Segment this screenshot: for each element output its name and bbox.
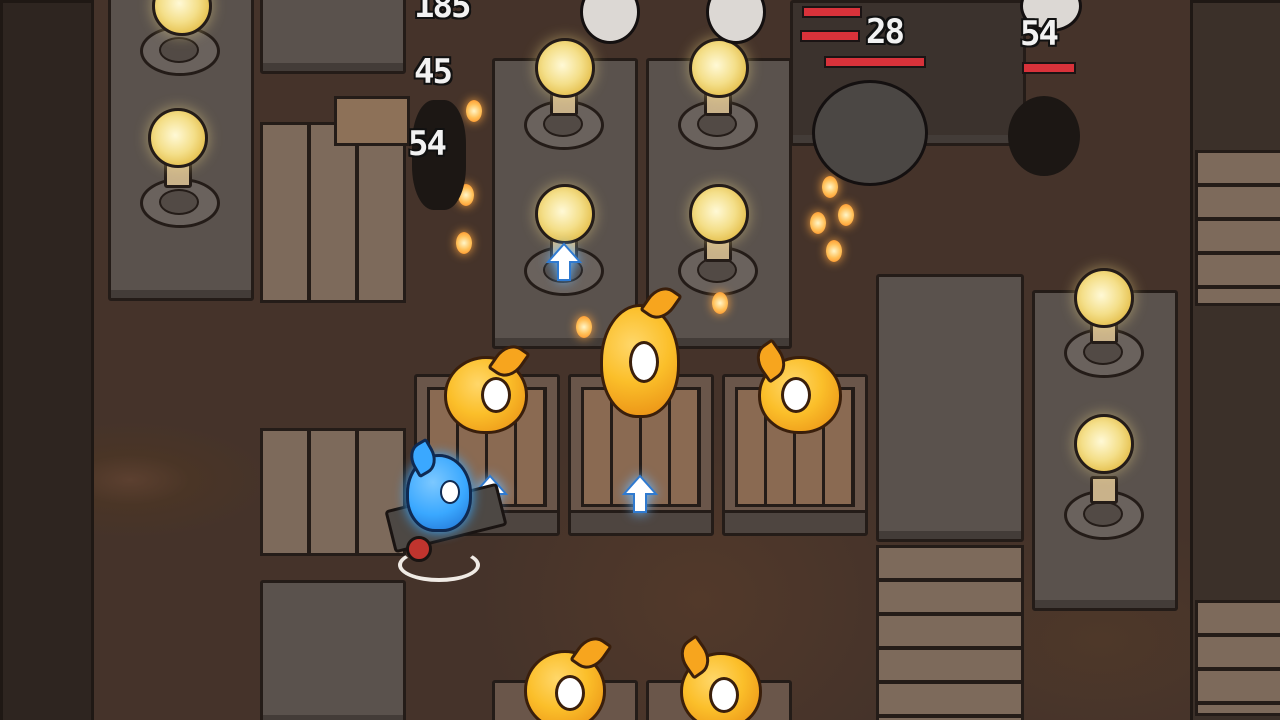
ally-slime <box>444 338 531 434</box>
lightbulb-icon <box>689 38 749 98</box>
game-viewport[interactable]: 185 45 54 28 54 <box>0 0 1280 720</box>
upgrade-arrow-icon[interactable] <box>621 474 659 514</box>
lightbulb-icon <box>535 184 595 244</box>
lightbulb-icon <box>535 38 595 98</box>
lamp-stem <box>1090 476 1118 504</box>
wooden-sign <box>334 96 410 146</box>
stone-block <box>260 580 406 720</box>
fireball-icon <box>810 212 826 234</box>
player-eye <box>440 480 460 504</box>
player-grenade <box>406 536 432 562</box>
player-character[interactable] <box>384 437 508 582</box>
damage-number: 28 <box>866 12 905 52</box>
upgrade-arrow-icon[interactable] <box>545 242 583 282</box>
damage-number: 54 <box>408 124 447 164</box>
damage-number: 54 <box>1020 14 1059 54</box>
stone-block <box>876 274 1024 542</box>
lightbulb-icon <box>1074 414 1134 474</box>
damage-number: 185 <box>414 0 471 26</box>
fireball-icon <box>712 292 728 314</box>
fireball-icon <box>576 316 592 338</box>
zombie-enemy[interactable] <box>812 80 928 186</box>
enemy-health-bar <box>802 6 862 18</box>
zombie-enemy[interactable] <box>580 0 640 44</box>
lightbulb-icon <box>148 108 208 168</box>
wooden-shelf <box>260 122 406 303</box>
right-wall-shelf <box>1195 150 1280 306</box>
fireball-icon <box>466 100 482 122</box>
fireball-icon <box>822 176 838 198</box>
stone-block <box>260 0 406 74</box>
right-wall-shelf-2 <box>1195 600 1280 716</box>
enemy-health-bar <box>1022 62 1076 74</box>
shadow-enemy[interactable] <box>1008 96 1080 176</box>
lightbulb-icon <box>689 184 749 244</box>
ally-slime <box>524 630 613 720</box>
fireball-icon <box>456 232 472 254</box>
ally-slime <box>673 634 762 720</box>
wooden-shelf <box>876 545 1024 720</box>
fireball-icon <box>838 204 854 226</box>
lightbulb-icon <box>1074 268 1134 328</box>
left-wall <box>0 0 94 720</box>
fireball-icon <box>826 240 842 262</box>
damage-number: 45 <box>414 52 453 92</box>
enemy-health-bar <box>824 56 926 68</box>
enemy-health-bar <box>800 30 860 42</box>
ally-slime <box>749 338 842 434</box>
ally-slime <box>600 280 683 418</box>
